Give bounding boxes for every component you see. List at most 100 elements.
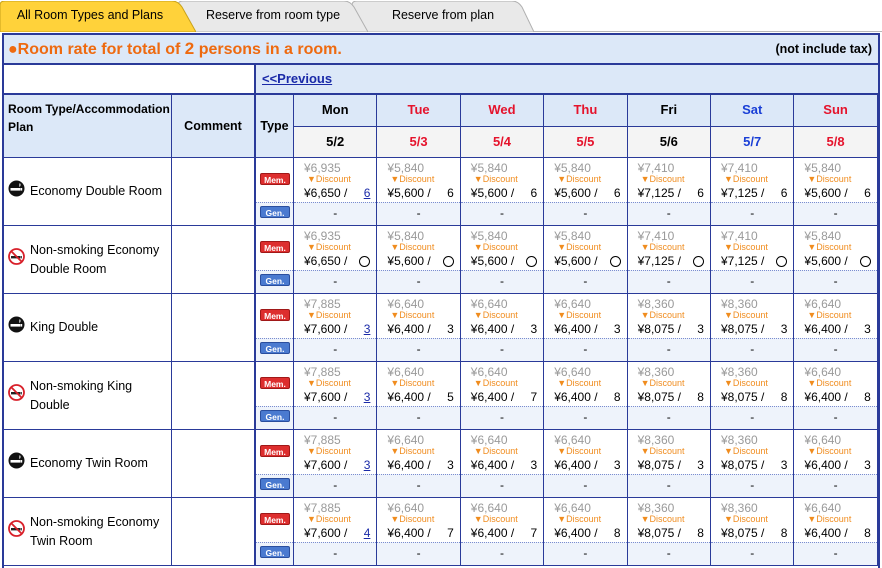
member-price-cell[interactable]: ¥6,640 ▼Discount ¥6,400 / 3 - — [377, 430, 461, 498]
tab-reserve-from-plan[interactable]: Reserve from plan — [352, 1, 534, 32]
availability: 3 — [697, 322, 704, 336]
availability: 7 — [531, 526, 538, 540]
member-price-cell[interactable]: ¥6,640 ▼Discount ¥6,400 / 7 - — [460, 498, 545, 566]
member-price-cell[interactable]: ¥6,640 ▼Discount ¥6,400 / 8 - — [544, 362, 628, 430]
original-price: ¥7,410 — [637, 229, 675, 243]
original-price: ¥6,640 — [554, 501, 591, 515]
rooms-left-count: 3 — [447, 322, 454, 336]
member-price-cell[interactable]: ¥5,840 ▼Discount ¥5,600 / - — [460, 226, 545, 294]
comment-cell — [172, 294, 256, 362]
member-price-cell[interactable]: ¥5,840 ▼Discount ¥5,600 / - — [544, 226, 628, 294]
member-price-cell[interactable]: ¥6,640 ▼Discount ¥6,400 / 3 - — [794, 294, 878, 362]
rooms-left-count[interactable]: 3 — [364, 458, 371, 472]
member-price-cell[interactable]: ¥8,360 ▼Discount ¥8,075 / 3 - — [711, 294, 795, 362]
type-cell: Mem. Gen. — [256, 226, 294, 294]
rooms-left-count[interactable]: 4 — [364, 526, 371, 540]
previous-link[interactable]: <<Previous — [262, 71, 332, 86]
discount-label: ▼Discount — [807, 242, 852, 252]
discount-label: ▼Discount — [307, 310, 351, 320]
tab-all-room-types-and-plans[interactable]: All Room Types and Plans — [0, 1, 196, 32]
member-price-cell[interactable]: ¥7,885 ▼Discount ¥7,600 / 3 - — [294, 430, 378, 498]
rooms-left-count: 6 — [864, 186, 871, 200]
available-circle-icon — [776, 256, 788, 267]
member-price-cell[interactable]: ¥6,640 ▼Discount ¥6,400 / 3 - — [544, 430, 628, 498]
room-type-cell: Non-smoking Economy Twin Room — [4, 498, 172, 566]
availability — [859, 254, 871, 270]
member-price-cell[interactable]: ¥6,640 ▼Discount ¥6,400 / 3 - — [794, 430, 878, 498]
availability[interactable]: 3 — [364, 458, 371, 472]
availability[interactable]: 6 — [364, 186, 371, 200]
general-price-cell: - — [377, 406, 460, 429]
type-column-header: Type — [256, 95, 294, 158]
member-price-cell[interactable]: ¥8,360 ▼Discount ¥8,075 / 8 - — [627, 498, 711, 566]
discount-label: ▼Discount — [640, 174, 685, 184]
member-badge: Mem. — [260, 173, 290, 185]
rooms-left-count[interactable]: 6 — [364, 186, 371, 200]
tab-reserve-from-room-type[interactable]: Reserve from room type — [178, 1, 368, 32]
member-price-cell[interactable]: ¥5,840 ▼Discount ¥5,600 / 6 - — [794, 158, 878, 226]
member-price-cell[interactable]: ¥8,360 ▼Discount ¥8,075 / 8 - — [711, 498, 795, 566]
discount-label: ▼Discount — [807, 174, 852, 184]
discounted-price: ¥6,650 / — [304, 254, 348, 268]
availability: 6 — [864, 186, 871, 200]
member-price-cell[interactable]: ¥6,640 ▼Discount ¥6,400 / 8 - — [794, 362, 878, 430]
general-badge: Gen. — [260, 342, 290, 354]
member-price-cell[interactable]: ¥7,410 ▼Discount ¥7,125 / - — [627, 226, 711, 294]
original-price: ¥8,360 — [721, 501, 758, 515]
discounted-price: ¥6,400 / — [804, 458, 848, 472]
member-price-cell[interactable]: ¥8,360 ▼Discount ¥8,075 / 3 - — [627, 430, 711, 498]
member-price-cell[interactable]: ¥5,840 ▼Discount ¥5,600 / - — [794, 226, 878, 294]
smoking-icon — [8, 180, 25, 203]
original-price: ¥6,640 — [470, 501, 508, 515]
member-price-cell[interactable]: ¥6,640 ▼Discount ¥6,400 / 3 - — [377, 294, 461, 362]
availability[interactable]: 3 — [364, 322, 371, 336]
discounted-price: ¥8,075 / — [637, 322, 681, 336]
member-price-cell[interactable]: ¥6,935 ▼Discount ¥6,650 / - — [294, 226, 378, 294]
general-price-cell: - — [627, 542, 710, 565]
member-price-cell[interactable]: ¥5,840 ▼Discount ¥5,600 / 6 - — [377, 158, 461, 226]
member-price-cell[interactable]: ¥8,360 ▼Discount ¥8,075 / 3 - — [627, 294, 711, 362]
availability[interactable]: 3 — [364, 390, 371, 404]
original-price: ¥5,840 — [470, 229, 508, 243]
member-price-cell[interactable]: ¥6,640 ▼Discount ¥6,400 / 3 - — [460, 430, 545, 498]
general-price-cell: - — [377, 270, 460, 293]
member-price-cell[interactable]: ¥6,640 ▼Discount ¥6,400 / 8 - — [544, 498, 628, 566]
original-price: ¥6,640 — [554, 365, 591, 379]
original-price: ¥7,885 — [304, 501, 341, 515]
member-price-cell[interactable]: ¥5,840 ▼Discount ¥5,600 / - — [377, 226, 461, 294]
availability: 8 — [614, 526, 621, 540]
original-price: ¥8,360 — [637, 501, 675, 515]
navigation-row: <<Previous — [4, 65, 878, 95]
non-smoking-icon — [8, 384, 25, 407]
member-price-cell[interactable]: ¥6,640 ▼Discount ¥6,400 / 7 - — [460, 362, 545, 430]
rooms-left-count[interactable]: 3 — [364, 322, 371, 336]
member-price-cell[interactable]: ¥5,840 ▼Discount ¥5,600 / 6 - — [544, 158, 628, 226]
room-type-name: Economy Double Room — [30, 184, 163, 198]
member-price-cell[interactable]: ¥7,410 ▼Discount ¥7,125 / 6 - — [711, 158, 795, 226]
member-price-cell[interactable]: ¥6,640 ▼Discount ¥6,400 / 8 - — [794, 498, 878, 566]
member-price-cell[interactable]: ¥8,360 ▼Discount ¥8,075 / 8 - — [627, 362, 711, 430]
member-price-cell[interactable]: ¥8,360 ▼Discount ¥8,075 / 3 - — [711, 430, 795, 498]
discounted-price: ¥8,075 / — [637, 458, 681, 472]
member-price-cell[interactable]: ¥7,410 ▼Discount ¥7,125 / - — [711, 226, 795, 294]
member-price-cell[interactable]: ¥6,640 ▼Discount ¥6,400 / 3 - — [544, 294, 628, 362]
member-price-cell[interactable]: ¥6,935 ▼Discount ¥6,650 / 6 - — [294, 158, 378, 226]
discount-label: ▼Discount — [557, 446, 602, 456]
member-price-cell[interactable]: ¥7,885 ▼Discount ¥7,600 / 3 - — [294, 362, 378, 430]
type-cell: Mem. Gen. — [256, 158, 294, 226]
member-price-cell[interactable]: ¥7,410 ▼Discount ¥7,125 / 6 - — [627, 158, 711, 226]
availability[interactable]: 4 — [364, 526, 371, 540]
member-price-cell[interactable]: ¥5,840 ▼Discount ¥5,600 / 6 - — [460, 158, 545, 226]
member-price-cell[interactable]: ¥7,885 ▼Discount ¥7,600 / 4 - — [294, 498, 378, 566]
original-price: ¥6,640 — [470, 433, 508, 447]
discount-label: ▼Discount — [557, 378, 602, 388]
member-price-cell[interactable]: ¥6,640 ▼Discount ¥6,400 / 7 - — [377, 498, 461, 566]
rate-header: ●Room rate for total of 2 persons in a r… — [4, 35, 878, 65]
original-price: ¥8,360 — [721, 365, 758, 379]
discount-label: ▼Discount — [390, 242, 435, 252]
member-price-cell[interactable]: ¥6,640 ▼Discount ¥6,400 / 3 - — [460, 294, 545, 362]
member-price-cell[interactable]: ¥7,885 ▼Discount ¥7,600 / 3 - — [294, 294, 378, 362]
member-price-cell[interactable]: ¥6,640 ▼Discount ¥6,400 / 5 - — [377, 362, 461, 430]
rooms-left-count[interactable]: 3 — [364, 390, 371, 404]
member-price-cell[interactable]: ¥8,360 ▼Discount ¥8,075 / 8 - — [711, 362, 795, 430]
